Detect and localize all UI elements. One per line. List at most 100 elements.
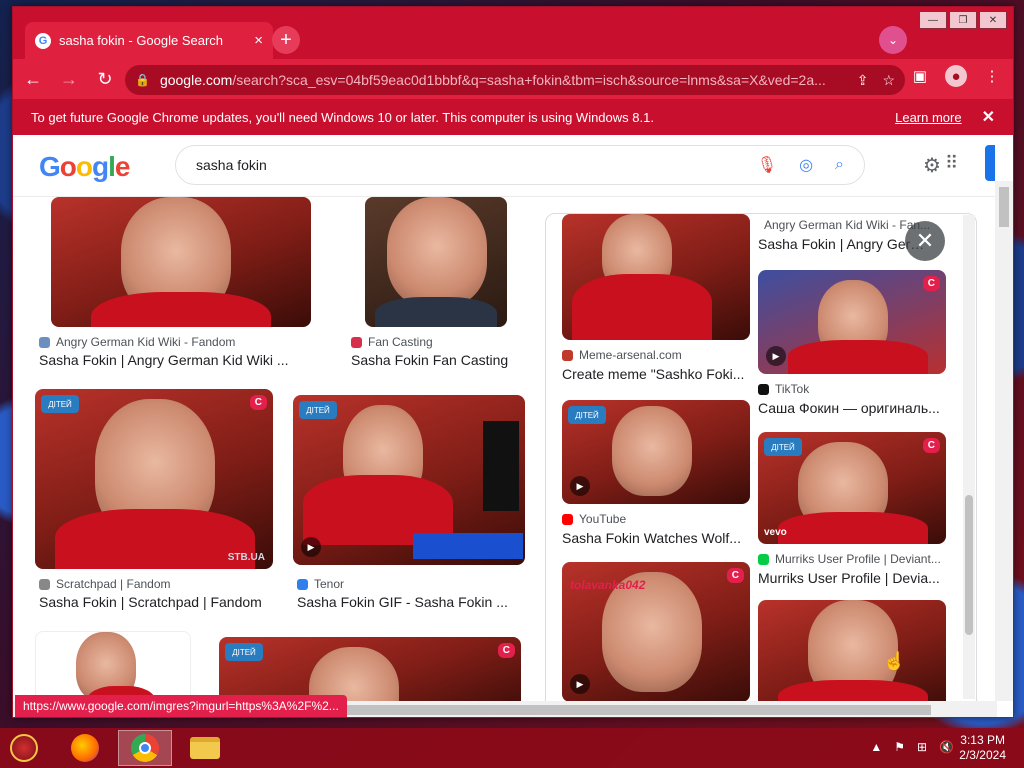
result-title[interactable]: Саша Фокин — оригиналь...	[758, 400, 946, 416]
result-title[interactable]: Sasha Fokin Watches Wolf...	[562, 530, 750, 546]
image-preview-panel: Angry German Kid Wiki - Fan... Sasha Fok…	[545, 213, 977, 713]
browser-window: G sasha fokin - Google Search × + ⌄ — ❐ …	[12, 6, 1014, 718]
search-input[interactable]: sasha fokin	[196, 157, 735, 173]
result-source[interactable]: Scratchpad | Fandom	[39, 577, 279, 591]
back-arrow-icon[interactable]: ←	[17, 63, 49, 95]
microphone-icon[interactable]: 🎙	[757, 155, 777, 175]
channel-logo: ДІТЕЙ	[41, 395, 79, 413]
minimize-button[interactable]: —	[919, 11, 947, 29]
tab-close-icon[interactable]: ×	[254, 32, 263, 49]
result-source[interactable]: Murriks User Profile | Deviant...	[758, 552, 946, 566]
result-title[interactable]: Create meme "Sashko Foki...	[562, 366, 750, 382]
tray-up-arrow-icon[interactable]: ▲	[870, 740, 882, 754]
page-vertical-scrollbar[interactable]	[995, 181, 1013, 701]
result-title[interactable]: Sasha Fokin | Angry German Kid Wiki ...	[39, 352, 339, 368]
maximize-button[interactable]: ❐	[949, 11, 977, 29]
clock-time: 3:13 PM	[960, 733, 1005, 747]
google-search-box[interactable]: sasha fokin 🎙 ◎ ⌕	[175, 145, 865, 185]
result-thumbnail[interactable]: ДІТЕЙ C vevo	[758, 432, 946, 544]
infobar-close-icon[interactable]: ✕	[982, 107, 995, 127]
menu-dots-icon[interactable]: ⋮	[981, 65, 1003, 87]
browser-toolbar: ← → ↻ 🔒 google.com/search?sca_esv=04bf59…	[13, 59, 1013, 99]
channel-logo: ДІТЕЙ	[568, 406, 606, 424]
panel-scrollbar[interactable]	[963, 215, 975, 699]
google-header: Google sasha fokin 🎙 ◎ ⌕ ⚙ ⠿	[13, 135, 1013, 197]
result-thumbnail[interactable]: ДІТЕЙ C STB.UA	[35, 389, 273, 569]
learn-more-link[interactable]: Learn more	[895, 110, 961, 125]
infobar-message: To get future Google Chrome updates, you…	[31, 109, 654, 125]
play-icon: ▶	[766, 346, 786, 366]
taskbar-clock[interactable]: 3:13 PM 2/3/2024	[959, 733, 1006, 763]
folder-icon	[190, 737, 220, 759]
tab-title: sasha fokin - Google Search	[59, 33, 224, 48]
result-thumbnail[interactable]: C ▶	[758, 270, 946, 374]
result-thumbnail[interactable]: ДІТЕЙ ▶	[293, 395, 525, 565]
volume-muted-icon[interactable]: 🔇	[939, 740, 954, 754]
channel-c-badge: C	[922, 438, 940, 453]
result-source[interactable]: Tenor	[297, 577, 527, 591]
network-icon[interactable]: ⊞	[917, 740, 927, 754]
tab-google-search[interactable]: G sasha fokin - Google Search ×	[25, 22, 273, 59]
url-text[interactable]: google.com/search?sca_esv=04bf59eac0d1bb…	[160, 72, 843, 88]
forward-arrow-icon[interactable]: →	[53, 63, 85, 95]
result-source[interactable]: Meme-arsenal.com	[562, 348, 750, 362]
play-icon: ▶	[301, 537, 321, 557]
scratchpad-icon	[39, 578, 50, 590]
side-panel-icon[interactable]: ▣	[909, 65, 931, 87]
address-bar[interactable]: 🔒 google.com/search?sca_esv=04bf59eac0d1…	[125, 65, 905, 95]
channel-logo: ДІТЕЙ	[299, 401, 337, 419]
result-source[interactable]: Angry German Kid Wiki - Fan...	[758, 218, 930, 232]
channel-c-badge: C	[497, 643, 515, 658]
result-thumbnail[interactable]	[562, 214, 750, 340]
chrome-icon	[131, 734, 159, 762]
deviantart-icon	[758, 553, 769, 565]
result-thumbnail[interactable]: tolavanka042 C ▶	[562, 562, 750, 702]
channel-logo: ДІТЕЙ	[764, 438, 802, 456]
profile-avatar-icon[interactable]: ●	[945, 65, 967, 87]
result-source[interactable]: Angry German Kid Wiki - Fandom	[39, 335, 319, 349]
result-thumbnail[interactable]	[365, 197, 507, 327]
play-icon: ▶	[570, 476, 590, 496]
new-tab-button[interactable]: +	[272, 26, 300, 54]
lock-icon[interactable]: 🔒	[135, 73, 150, 87]
result-title[interactable]: Murriks User Profile | Devia...	[758, 570, 946, 586]
bookmark-star-icon[interactable]: ☆	[882, 72, 895, 89]
file-explorer-taskbar-button[interactable]	[178, 730, 232, 766]
result-source[interactable]: Fan Casting	[351, 335, 531, 349]
channel-c-badge: C	[726, 568, 744, 583]
result-thumbnail[interactable]	[758, 600, 946, 710]
sign-in-button[interactable]	[985, 145, 995, 181]
google-logo[interactable]: Google	[39, 151, 130, 183]
google-favicon-icon: G	[35, 32, 51, 49]
settings-gear-icon[interactable]: ⚙	[923, 153, 941, 178]
close-window-button[interactable]: ✕	[979, 11, 1007, 29]
firefox-taskbar-button[interactable]	[58, 730, 112, 766]
close-preview-button[interactable]: ✕	[905, 221, 945, 261]
result-title[interactable]: Sasha Fokin | Scratchpad | Fandom	[39, 594, 289, 610]
result-thumbnail[interactable]: ДІТЕЙ ▶	[562, 400, 750, 504]
firefox-icon	[71, 734, 99, 762]
reload-icon[interactable]: ↻	[89, 63, 121, 95]
start-button[interactable]	[10, 734, 38, 762]
watermark-text: STB.UA	[227, 552, 265, 563]
share-icon[interactable]: ⇪	[857, 72, 869, 89]
window-controls: — ❐ ✕	[919, 11, 1007, 29]
tab-search-button[interactable]: ⌄	[879, 26, 907, 54]
lens-camera-icon[interactable]: ◎	[799, 155, 813, 175]
channel-logo: ДІТЕЙ	[225, 643, 263, 661]
result-source[interactable]: YouTube	[562, 512, 750, 526]
apps-grid-icon[interactable]: ⠿	[945, 153, 958, 174]
update-infobar: To get future Google Chrome updates, you…	[13, 99, 1013, 135]
result-title[interactable]: Sasha Fokin Fan Casting	[351, 352, 531, 368]
fandom-icon	[39, 336, 50, 348]
fan-casting-icon	[351, 336, 362, 348]
system-tray: ▲ ⚑ ⊞ 🔇	[870, 740, 954, 754]
channel-c-badge: C	[922, 276, 940, 291]
action-center-flag-icon[interactable]: ⚑	[894, 740, 905, 754]
overlay-text: tolavanka042	[570, 578, 646, 592]
result-title[interactable]: Sasha Fokin GIF - Sasha Fokin ...	[297, 594, 527, 610]
result-thumbnail[interactable]	[51, 197, 311, 327]
result-source[interactable]: TikTok	[758, 382, 946, 396]
chrome-taskbar-button[interactable]	[118, 730, 172, 766]
search-icon[interactable]: ⌕	[835, 156, 844, 174]
